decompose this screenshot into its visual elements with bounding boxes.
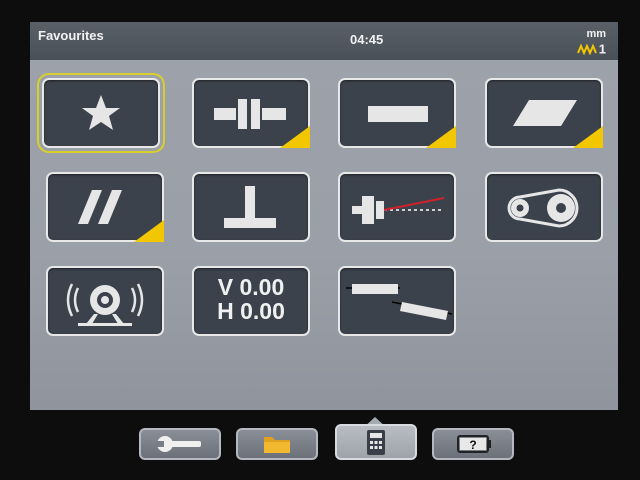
tile-coupling[interactable] [192, 78, 310, 148]
tile-offset-shafts[interactable] [338, 266, 456, 336]
belt-pulley-icon [507, 188, 579, 228]
vh-readout: V 0.00 H 0.00 [194, 275, 308, 323]
tile-belt-pulley[interactable] [485, 172, 603, 242]
svg-text:?: ? [469, 438, 476, 452]
vertical-value: V 0.00 [217, 274, 285, 300]
tile-perpendicularity[interactable] [192, 172, 310, 242]
vibration-icon [66, 283, 144, 326]
tile-spindle[interactable] [338, 172, 456, 242]
resolution-wave-icon [576, 43, 597, 55]
submenu-indicator [134, 220, 164, 242]
submenu-indicator [573, 126, 603, 148]
submenu-indicator [280, 126, 310, 148]
help-battery-icon: ? [457, 435, 491, 453]
tile-vibration[interactable] [46, 266, 164, 336]
folder-icon [264, 437, 290, 453]
tile-vh-values[interactable]: V 0.00 H 0.00 [192, 266, 310, 336]
submenu-indicator [426, 126, 456, 148]
tile-parallelism[interactable] [46, 172, 164, 242]
star-icon [82, 95, 120, 130]
horizontal-value: H 0.00 [217, 298, 285, 324]
clock: 04:45 [350, 32, 384, 47]
title-bar: Favourites 04:45 mm 1 [30, 22, 618, 60]
tile-straightness[interactable] [338, 78, 456, 148]
help-button[interactable]: ? [432, 428, 514, 460]
unit-indicator[interactable]: mm 1 [566, 28, 606, 58]
tile-favourite-star[interactable] [37, 73, 165, 153]
settings-button[interactable] [139, 428, 221, 460]
page-title: Favourites [38, 28, 104, 43]
offset-shafts-icon [346, 284, 453, 320]
unit-label: mm [586, 28, 606, 40]
files-button[interactable] [236, 428, 318, 460]
tile-flatness[interactable] [485, 78, 603, 148]
resolution-value: 1 [598, 41, 606, 57]
perpendicularity-icon [224, 186, 276, 228]
wrench-icon [157, 436, 201, 452]
device-screen: Favourites 04:45 mm 1 V 0.00 H 0.00 [30, 22, 618, 410]
applications-button[interactable] [335, 424, 417, 460]
calculator-icon [367, 430, 385, 455]
spindle-laser-icon [352, 196, 445, 224]
